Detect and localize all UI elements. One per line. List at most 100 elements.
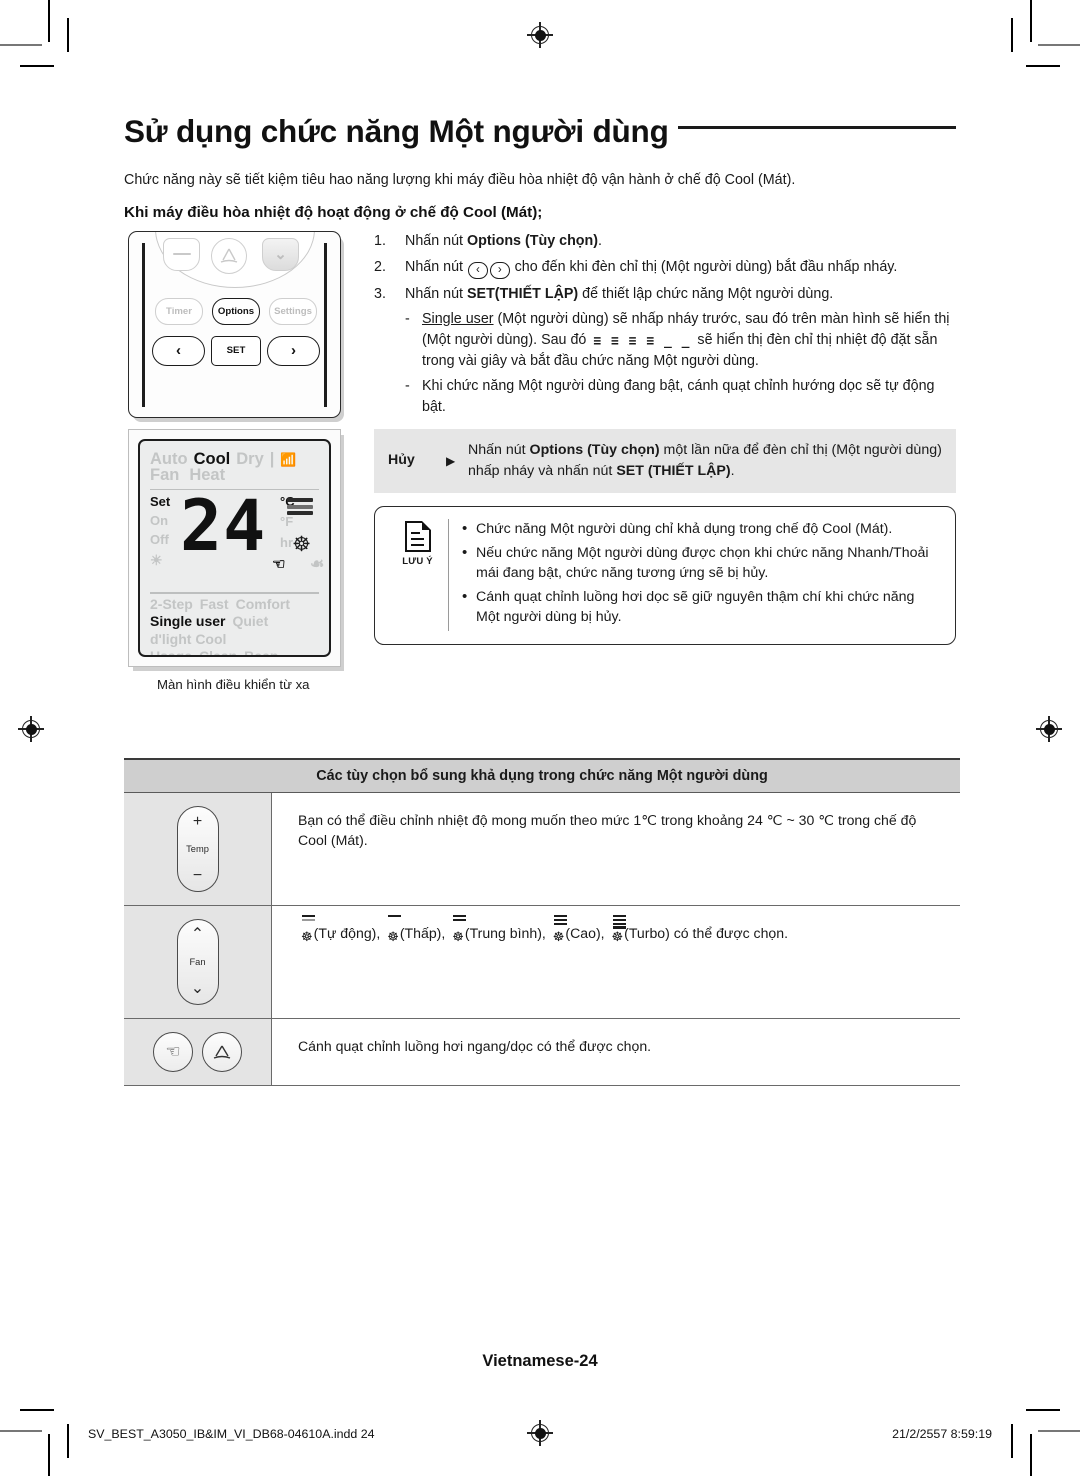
remote-timer-button[interactable]: Timer: [155, 297, 203, 325]
crop-mark-tr-h2: [1026, 65, 1060, 67]
fan-blade-icon: ☸: [387, 929, 399, 944]
step-3-pre: Nhấn nút: [405, 285, 467, 302]
bar: [302, 915, 315, 918]
plus-icon: +: [192, 813, 203, 830]
lcd-temperature-value: 24: [180, 485, 267, 568]
temp-stepper-button[interactable]: + Temp −: [176, 806, 219, 892]
remote-settings-button[interactable]: Settings: [269, 297, 317, 325]
note-item-1: • Chức năng Một người dùng chỉ khả dụng t…: [462, 519, 939, 540]
fan-blade-icon: ☸: [292, 533, 311, 557]
crop-mark-bl-h: [0, 1430, 42, 1432]
fan-blade-icon: ☸: [452, 929, 464, 944]
inline-next-button-icon: ›: [489, 261, 510, 279]
fan-blade-icon: ☸: [611, 929, 624, 944]
temp-row-text: Bạn có thể điều chỉnh nhiệt độ mong muốn…: [298, 812, 917, 849]
lcd-mode-heat: Heat: [189, 465, 226, 484]
page-content: Sử dụng chức năng Một người dùng Chức nă…: [124, 100, 956, 692]
swing-vertical-icon: [220, 248, 238, 263]
lcd-options-row-1: 2-Step Fast Comfort: [150, 596, 319, 614]
bar: [612, 922, 626, 925]
bar: [388, 915, 402, 918]
remote-prev-button[interactable]: ‹: [152, 335, 205, 366]
lcd-options-row-2: Single user Quiet: [150, 613, 319, 631]
fan-bars: [388, 915, 402, 919]
step-2-pre: Nhấn nút: [405, 258, 467, 275]
vertical-swing-icon: ☙: [310, 556, 325, 574]
title-row: Sử dụng chức năng Một người dùng: [124, 100, 956, 162]
crop-mark-tl-h2: [20, 65, 54, 67]
bullet-icon: •: [462, 587, 468, 605]
lcd-opt-beep: Beep: [244, 648, 279, 657]
step-3-post: để thiết lập chức năng Một người dùng.: [578, 285, 834, 302]
step-2: 2. Nhấn nút ‹ › cho đến khi đèn chỉ thị (…: [374, 257, 956, 279]
triangle-bullet-icon: ▶: [446, 453, 456, 468]
vertical-swing-button[interactable]: [202, 1032, 242, 1072]
bar: [453, 915, 467, 918]
crop-mark-br-h2: [1026, 1409, 1060, 1411]
fan-bars: [302, 915, 315, 923]
note-tag-label: LƯU Ý: [402, 556, 433, 568]
registration-mark-bottom: [527, 1420, 553, 1446]
sub-item-2: - Khi chức năng Một người dùng đang bật,…: [405, 376, 956, 418]
swing-vertical-icon: [213, 1045, 231, 1059]
lcd-display-illustration: Auto Cool Dry | 📶 Fan Heat Set On Off ☀ …: [128, 428, 341, 667]
crop-mark-tr-h: [1038, 44, 1080, 46]
horizontal-swing-button[interactable]: ☜: [153, 1032, 193, 1072]
cancel-instruction-bar: Hủy ▶ Nhấn nút Options (Tùy chọn) một lầ…: [374, 428, 956, 494]
lcd-opt-dlight-cool: d'light Cool: [150, 630, 227, 647]
lcd-mode-dry: Dry: [236, 449, 264, 468]
bar: [453, 918, 467, 921]
vertical-swing-icon-button[interactable]: [211, 237, 247, 274]
fan-stepper-button[interactable]: ⌃ Fan ⌄: [176, 919, 219, 1005]
table-row: ☜ Cánh quạt chỉnh luồng hơi ngang/dọc có…: [124, 1019, 960, 1086]
remote-set-button[interactable]: SET: [211, 335, 261, 366]
remote-down-button[interactable]: ⌄: [262, 237, 299, 271]
sub-item-2-dash: -: [405, 377, 410, 394]
crop-mark-br-v2: [1011, 1424, 1013, 1458]
lcd-temperature-area: Set On Off ☀ 24 °C °F hr ☜: [150, 485, 324, 588]
page-title: Sử dụng chức năng Một người dùng: [124, 113, 669, 149]
cancel-pre: Nhấn nút: [468, 441, 530, 458]
sub-item-2-text: Khi chức năng Một người dùng đang bật, c…: [422, 377, 935, 415]
lcd-divider: |: [269, 449, 275, 468]
remote-control-illustration: ⌄ Timer Options Settings ‹ SET ›: [128, 230, 341, 418]
remote-next-button[interactable]: ›: [267, 335, 320, 366]
options-table-header: Các tùy chọn bổ sung khả dụng trong chức…: [124, 758, 960, 793]
sub-item-1: - Single user (Một người dùng) sẽ nhấp n…: [405, 309, 956, 372]
fan-bars: [453, 915, 467, 923]
instruction-steps: 1. Nhấn nút Options (Tùy chọn). 2. Nhấn …: [374, 231, 956, 418]
chevron-down-icon: ⌄: [274, 245, 287, 263]
doc-line-2: [410, 538, 424, 541]
registration-mark-right: [1036, 716, 1062, 742]
fan-mode-medium-label: (Trung bình): [464, 925, 542, 941]
lcd-on-label: On: [150, 513, 169, 529]
section-subheading: Khi máy điều hòa nhiệt độ hoạt động ở ch…: [124, 203, 543, 221]
cancel-text: Nhấn nút Options (Tùy chọn) một lần nữa …: [468, 440, 942, 481]
page-number: Vietnamese-24: [482, 1352, 598, 1370]
fan-mode-low-icon: ☸: [387, 915, 402, 946]
step-2-number: 2.: [374, 258, 386, 275]
note-items: • Chức năng Một người dùng chỉ khả dụng t…: [462, 519, 939, 631]
minus-icon: −: [192, 867, 203, 884]
note-item-2-text: Nếu chức năng Một người dùng được chọn k…: [476, 544, 929, 582]
lcd-opt-single-user: Single user: [150, 613, 226, 630]
chevron-up-icon: ⌃: [190, 926, 205, 943]
remote-temp-button[interactable]: [163, 237, 200, 271]
note-item-3-text: Cánh quạt chỉnh luồng hơi dọc sẽ giữ ngu…: [476, 588, 915, 626]
remote-options-button[interactable]: Options: [212, 297, 260, 325]
note-item-1-text: Chức năng Một người dùng chỉ khả dụng tr…: [476, 521, 893, 538]
lcd-options-row-3: d'light Cool: [150, 631, 319, 649]
table-row: ⌃ Fan ⌄ ☸(Tự động), ☸(Thấp), ☸(Trung bìn…: [124, 906, 960, 1019]
inline-prev-button-icon: ‹: [468, 261, 488, 279]
chevron-left-icon: ‹: [176, 342, 181, 360]
bar: [553, 922, 567, 925]
step-1-bold: Options (Tùy chọn): [467, 232, 599, 249]
fan-mode-auto-label: (Tự động): [313, 925, 377, 941]
table-row: + Temp − Bạn có thể điều chỉnh nhiệt độ …: [124, 793, 960, 906]
dlight-sun-icon: ☀: [150, 552, 163, 569]
cancel-bold-1: Options (Tùy chọn): [529, 441, 660, 458]
lcd-opt-quiet: Quiet: [232, 613, 269, 630]
sub-item-1-dash: -: [405, 310, 410, 327]
fan-stepper-icon-cell: ⌃ Fan ⌄: [124, 906, 272, 1018]
additional-options-table: Các tùy chọn bổ sung khả dụng trong chức…: [124, 758, 960, 1086]
